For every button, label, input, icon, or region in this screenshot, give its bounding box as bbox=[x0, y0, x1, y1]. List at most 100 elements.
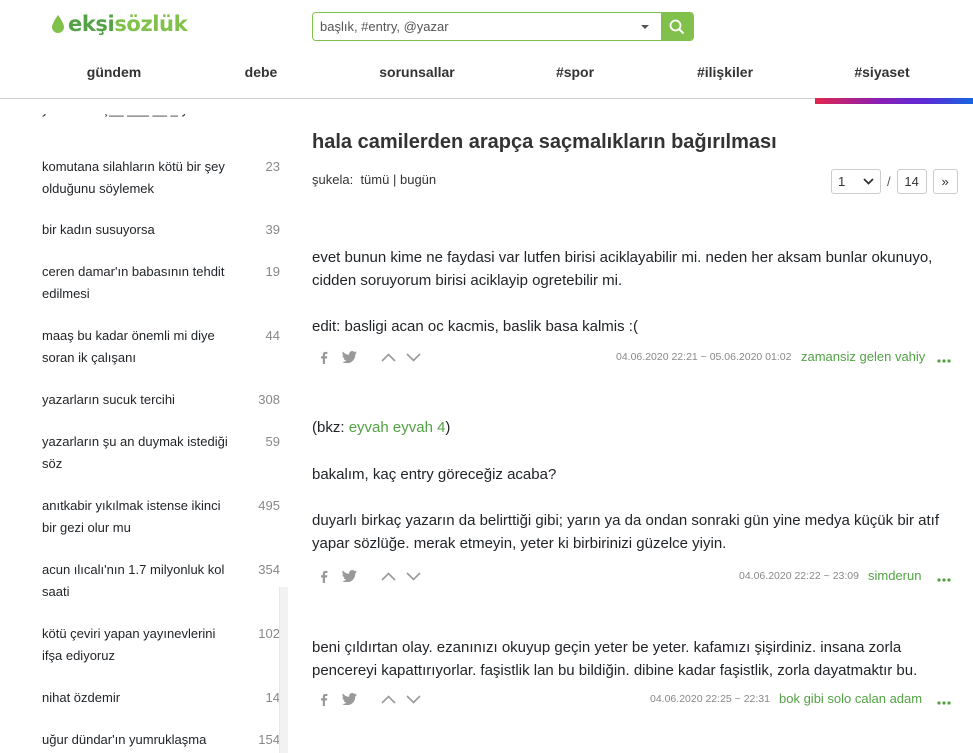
chevron-down-icon[interactable] bbox=[629, 13, 661, 40]
nav-sorunsallar[interactable]: sorunsallar bbox=[379, 64, 454, 80]
search-icon bbox=[669, 19, 685, 34]
page-separator: / bbox=[887, 174, 891, 189]
entry-content: evet bunun kime ne faydasi var lutfen bi… bbox=[312, 246, 962, 338]
downvote-icon[interactable] bbox=[406, 567, 421, 585]
pager: 1 / 14 » bbox=[831, 169, 958, 194]
entry-author[interactable]: simderun bbox=[868, 568, 921, 583]
sidebar-item-title: bir kadın susuyorsa bbox=[42, 222, 155, 237]
sidebar-item-count: 19 bbox=[265, 264, 280, 279]
sidebar-item[interactable]: kötü çeviri yapan yayınevlerini ifşa edi… bbox=[42, 623, 280, 667]
page-select[interactable]: 1 bbox=[831, 169, 881, 194]
sidebar-item-title: acun ılıcalı'nın 1.7 milyonluk kol saati bbox=[42, 562, 225, 599]
nav-siyaset[interactable]: #siyaset bbox=[854, 64, 909, 80]
more-icon[interactable] bbox=[937, 350, 951, 368]
ad-banner[interactable] bbox=[815, 98, 973, 104]
facebook-icon[interactable] bbox=[320, 348, 328, 366]
sidebar-item-title: yazarların şu an duymak istediği söz bbox=[42, 434, 228, 471]
entry-content: (bkz: eyvah eyvah 4) bakalım, kaç entry … bbox=[312, 416, 962, 555]
search-box bbox=[312, 12, 694, 41]
facebook-icon[interactable] bbox=[320, 567, 328, 585]
sidebar-item[interactable]: ceren damar'ın babasının tehdit edilmesi… bbox=[42, 261, 280, 305]
entry-date[interactable]: 04.06.2020 22:25 ~ 22:31 bbox=[650, 693, 770, 705]
sidebar-item-title: ceren damar'ın babasının tehdit edilmesi bbox=[42, 264, 225, 301]
nav-iliskiler[interactable]: #ilişkiler bbox=[697, 64, 753, 80]
sidebar-item[interactable]: yazarların şu an duymak istediği söz 59 bbox=[42, 431, 280, 475]
entry-paragraph: duyarlı birkaç yazarın da belirttiği gib… bbox=[312, 512, 939, 552]
sidebar-item-count: 59 bbox=[265, 434, 280, 449]
nav-debe[interactable]: debe bbox=[245, 64, 278, 80]
sidebar-item[interactable]: anıtkabir yıkılmak istense ikinci bir ge… bbox=[42, 495, 280, 539]
header: ekşisözlük gündem debe sorunsallar #spor… bbox=[0, 0, 973, 99]
sidebar-item-title: komutana silahların kötü bir şey olduğun… bbox=[42, 159, 225, 196]
search-button[interactable] bbox=[661, 13, 693, 40]
page-last-button[interactable]: 14 bbox=[896, 169, 927, 194]
sidebar-item-title: kötü çeviri yapan yayınevlerini ifşa edi… bbox=[42, 626, 216, 663]
entry-footer: 04.06.2020 22:21 ~ 05.06.2020 01:02 zama… bbox=[312, 348, 962, 366]
nav-gundem[interactable]: gündem bbox=[87, 64, 141, 80]
twitter-icon[interactable] bbox=[342, 348, 357, 366]
sidebar-item-count: 102 bbox=[258, 626, 280, 641]
upvote-icon[interactable] bbox=[381, 348, 396, 366]
sukela-label: şukela: bbox=[312, 172, 354, 187]
sidebar-item[interactable]: bir kadın susuyorsa 39 bbox=[42, 219, 280, 241]
nav-spor[interactable]: #spor bbox=[556, 64, 594, 80]
entry-paragraph: beni çıldırtan olay. ezanınızı okuyup ge… bbox=[312, 639, 918, 679]
search-input[interactable] bbox=[313, 13, 629, 40]
entry-footer: 04.06.2020 22:25 ~ 22:31 bok gibi solo c… bbox=[312, 690, 962, 708]
sidebar-item-count: 14 bbox=[265, 690, 280, 705]
topic-title[interactable]: hala camilerden arapça saçmalıkların bağ… bbox=[312, 131, 777, 154]
sidebar-item[interactable]: yazarların sucuk tercihi 308 bbox=[42, 389, 280, 411]
entry-date[interactable]: 04.06.2020 22:21 ~ 05.06.2020 01:02 bbox=[616, 351, 791, 363]
sidebar-item-count: 39 bbox=[265, 222, 280, 237]
entry-author[interactable]: zamansiz gelen vahiy bbox=[801, 349, 925, 364]
entry-bkz: (bkz: eyvah eyvah 4) bbox=[312, 419, 451, 436]
sidebar-scrollbar[interactable] bbox=[279, 587, 288, 753]
sukela-filter: şukela: tümü | bugün bbox=[312, 172, 436, 187]
chevron-down-icon bbox=[863, 178, 874, 185]
sidebar-item[interactable]: komutana silahların kötü bir şey olduğun… bbox=[42, 156, 280, 200]
page-current: 1 bbox=[838, 174, 846, 189]
sidebar-item[interactable]: uğur dündar'ın yumruklaşma 154 bbox=[42, 729, 280, 751]
more-icon[interactable] bbox=[937, 692, 951, 710]
sidebar-item-count: 44 bbox=[265, 328, 280, 343]
logo[interactable]: ekşisözlük bbox=[52, 12, 188, 36]
sidebar-item[interactable]: nihat özdemir 14 bbox=[42, 687, 280, 709]
sidebar-item-title: yazarların sucuk tercihi bbox=[42, 392, 175, 407]
sidebar-item-count: 154 bbox=[258, 732, 280, 747]
page-next-button[interactable]: » bbox=[932, 169, 958, 194]
entry-paragraph: edit: basligi acan oc kacmis, baslik bas… bbox=[312, 318, 638, 335]
downvote-icon[interactable] bbox=[406, 690, 421, 708]
drop-icon bbox=[52, 15, 64, 33]
twitter-icon[interactable] bbox=[342, 690, 357, 708]
sidebar-item-partial[interactable]: yazarların ş__ ___ __ _ y bbox=[42, 114, 242, 124]
entry-footer: 04.06.2020 22:22 ~ 23:09 simderun bbox=[312, 567, 962, 585]
entry-content: beni çıldırtan olay. ezanınızı okuyup ge… bbox=[312, 636, 962, 682]
sidebar: yazarların ş__ ___ __ _ y komutana silah… bbox=[0, 100, 290, 753]
bkz-link[interactable]: eyvah eyvah 4 bbox=[349, 419, 446, 436]
sidebar-item-count: 495 bbox=[258, 498, 280, 513]
entry-author[interactable]: bok gibi solo calan adam bbox=[779, 691, 922, 706]
upvote-icon[interactable] bbox=[381, 567, 396, 585]
filter-all-link[interactable]: tümü bbox=[360, 172, 389, 187]
sidebar-item-title: uğur dündar'ın yumruklaşma bbox=[42, 732, 207, 747]
downvote-icon[interactable] bbox=[406, 348, 421, 366]
entry-date[interactable]: 04.06.2020 22:22 ~ 23:09 bbox=[739, 570, 859, 582]
sidebar-item-count: 308 bbox=[258, 392, 280, 407]
sidebar-item[interactable]: maaş bu kadar önemli mi diye soran ik ça… bbox=[42, 325, 280, 369]
sidebar-item-title: nihat özdemir bbox=[42, 690, 121, 705]
logo-text: ekşisözlük bbox=[68, 12, 188, 36]
sidebar-item-title: maaş bu kadar önemli mi diye soran ik ça… bbox=[42, 328, 215, 365]
sidebar-item-title: anıtkabir yıkılmak istense ikinci bir ge… bbox=[42, 498, 221, 535]
sidebar-item-count: 354 bbox=[258, 562, 280, 577]
sidebar-item[interactable]: acun ılıcalı'nın 1.7 milyonluk kol saati… bbox=[42, 559, 280, 603]
twitter-icon[interactable] bbox=[342, 567, 357, 585]
filter-today-link[interactable]: bugün bbox=[400, 172, 436, 187]
facebook-icon[interactable] bbox=[320, 690, 328, 708]
sidebar-item-count: 23 bbox=[265, 159, 280, 174]
more-icon[interactable] bbox=[937, 569, 951, 587]
top-nav: gündem debe sorunsallar #spor #ilişkiler… bbox=[0, 64, 973, 86]
entry-paragraph: evet bunun kime ne faydasi var lutfen bi… bbox=[312, 249, 933, 289]
entry-paragraph: bakalım, kaç entry göreceğiz acaba? bbox=[312, 466, 557, 483]
upvote-icon[interactable] bbox=[381, 690, 396, 708]
filter-separator: | bbox=[392, 172, 397, 187]
